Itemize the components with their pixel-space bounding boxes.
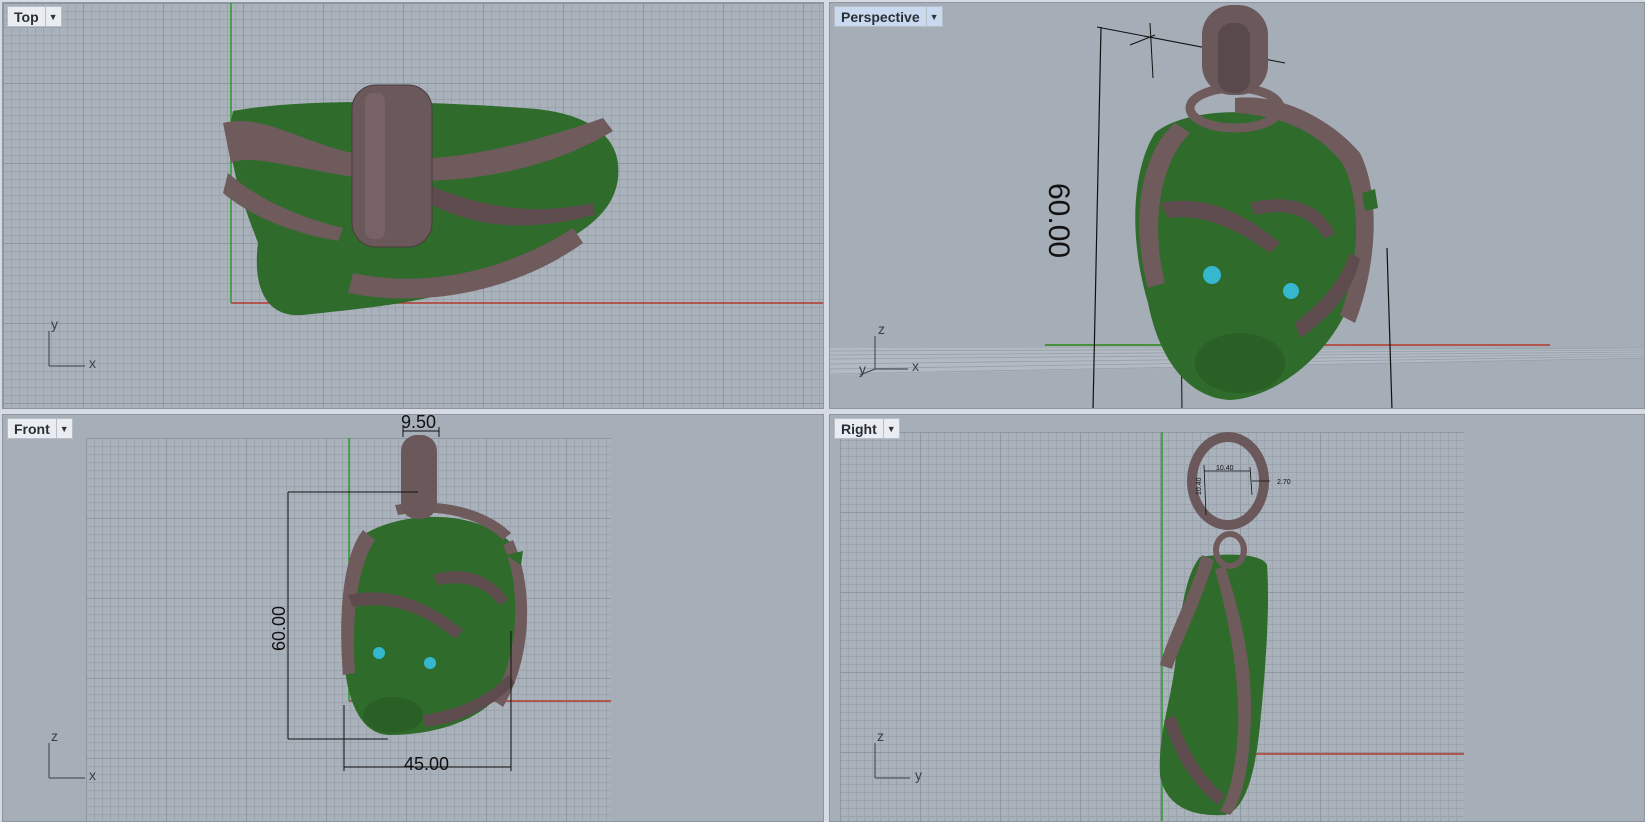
viewport-front[interactable]: Front ▼ 9.50 60.00 45.00 z x [2,414,824,822]
viewport-label: Perspective [841,8,920,25]
axis-label-h: x [89,355,96,371]
axis-indicator [48,743,85,779]
axis-label-d: y [859,361,866,377]
axis-indicator [859,336,908,376]
viewport-label: Front [14,420,50,437]
axis-label-h: x [89,767,96,783]
dropdown-arrow-icon[interactable]: ▼ [925,7,942,26]
viewport-top[interactable]: Top ▼ y x [2,2,824,409]
viewport-perspective[interactable]: Perspective ▼ 60.00 z x y [829,2,1645,409]
viewport-right[interactable]: Right ▼ 10.40 2.70 10.40 z y [829,414,1645,822]
viewport-label: Top [14,8,39,25]
axis-label-v: z [51,728,58,744]
axis-label-h: x [912,358,919,374]
axis-indicator [48,331,85,367]
axis-label-v: y [51,316,58,332]
axis-indicator [874,743,910,779]
dropdown-arrow-icon[interactable]: ▼ [44,7,61,26]
viewport-tab-top[interactable]: Top ▼ [7,6,62,27]
axis-label-h: y [915,767,922,783]
viewport-label: Right [841,420,877,437]
axis-label-v: z [877,728,884,744]
dropdown-arrow-icon[interactable]: ▼ [55,419,72,438]
viewport-tab-front[interactable]: Front ▼ [7,418,73,439]
viewport-tab-perspective[interactable]: Perspective ▼ [834,6,943,27]
dropdown-arrow-icon[interactable]: ▼ [882,419,899,438]
axis-label-v: z [878,321,885,337]
viewport-tab-right[interactable]: Right ▼ [834,418,900,439]
